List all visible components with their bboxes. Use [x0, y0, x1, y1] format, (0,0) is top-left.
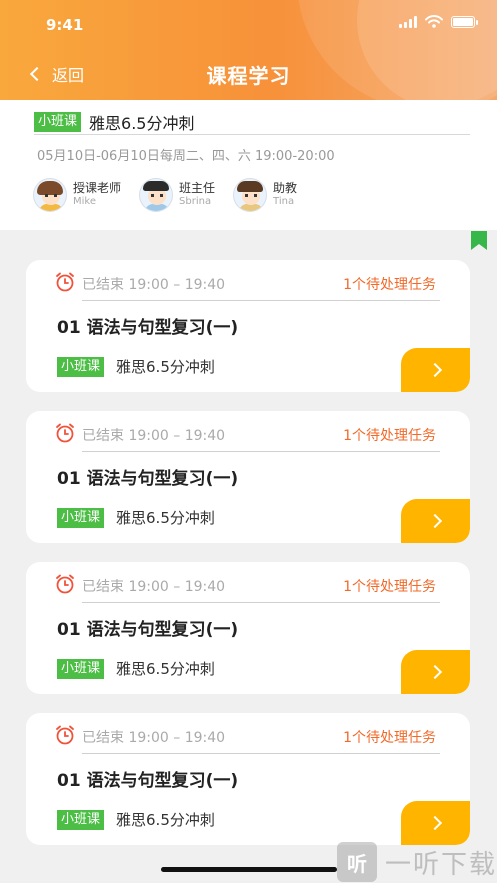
chevron-right-icon [427, 815, 443, 831]
alarm-clock-icon [56, 725, 74, 745]
course-title-row: 小班课 雅思6.5分冲刺 [34, 110, 194, 134]
staff-name: Mike [73, 196, 96, 207]
watermark: 听 一听下载 [337, 842, 497, 882]
signal-icon [399, 15, 417, 28]
lesson-title: 01 语法与句型复习(一) [57, 469, 239, 489]
lesson-card[interactable]: 已结束 19:00 – 19:40 1个待处理任务 01 语法与句型复习(一) … [26, 411, 470, 543]
bookmark-icon[interactable] [471, 231, 487, 250]
staff-name: Sbrina [179, 196, 212, 207]
enter-lesson-button[interactable] [401, 348, 470, 392]
pending-task-link[interactable]: 1个待处理任务 [343, 727, 436, 747]
status-icons [399, 15, 478, 28]
staff-item-teacher: 授课老师 Mike [33, 178, 121, 212]
chevron-right-icon [427, 513, 443, 529]
staff-role: 助教 [273, 181, 298, 195]
course-schedule: 05月10日-06月10日每周二、四、六 19:00-20:00 [37, 149, 335, 164]
lesson-course-row: 小班课 雅思6.5分冲刺 [57, 356, 215, 377]
course-info-panel: 小班课 雅思6.5分冲刺 05月10日-06月10日每周二、四、六 19:00-… [0, 100, 497, 230]
staff-role: 授课老师 [73, 181, 122, 195]
enter-lesson-button[interactable] [401, 499, 470, 543]
watermark-logo: 听 [337, 842, 377, 882]
lesson-course-row: 小班课 雅思6.5分冲刺 [57, 809, 215, 830]
lesson-title: 01 语法与句型复习(一) [57, 318, 239, 338]
lesson-status: 已结束 19:00 – 19:40 [82, 428, 226, 444]
lesson-course-name: 雅思6.5分冲刺 [116, 358, 215, 376]
wifi-icon [425, 15, 443, 28]
avatar [33, 178, 67, 212]
lesson-status: 已结束 19:00 – 19:40 [82, 579, 226, 595]
lesson-course-name: 雅思6.5分冲刺 [116, 509, 215, 527]
course-title: 雅思6.5分冲刺 [89, 114, 195, 133]
chevron-right-icon [427, 664, 443, 680]
lesson-course-row: 小班课 雅思6.5分冲刺 [57, 507, 215, 528]
staff-item-head-teacher: 班主任 Sbrina [139, 178, 215, 212]
lesson-status: 已结束 19:00 – 19:40 [82, 730, 226, 746]
enter-lesson-button[interactable] [401, 650, 470, 694]
lesson-title: 01 语法与句型复习(一) [57, 620, 239, 640]
lesson-card[interactable]: 已结束 19:00 – 19:40 1个待处理任务 01 语法与句型复习(一) … [26, 713, 470, 845]
lesson-course-name: 雅思6.5分冲刺 [116, 660, 215, 678]
staff-list: 授课老师 Mike 班主任 Sbrina 助教 Tina [33, 178, 315, 212]
divider [82, 451, 440, 452]
staff-role: 班主任 [179, 181, 216, 195]
pending-task-link[interactable]: 1个待处理任务 [343, 425, 436, 445]
course-type-badge: 小班课 [57, 809, 105, 830]
watermark-text: 一听下载 [385, 849, 497, 880]
pending-task-link[interactable]: 1个待处理任务 [343, 576, 436, 596]
lesson-course-name: 雅思6.5分冲刺 [116, 811, 215, 829]
alarm-clock-icon [56, 423, 74, 443]
lesson-course-row: 小班课 雅思6.5分冲刺 [57, 658, 215, 679]
lesson-title: 01 语法与句型复习(一) [57, 771, 239, 791]
page-title: 课程学习 [206, 64, 291, 88]
home-indicator[interactable] [161, 867, 337, 872]
status-time: 9:41 [46, 16, 84, 34]
avatar [233, 178, 268, 212]
divider [34, 134, 470, 135]
divider [82, 300, 440, 301]
chevron-right-icon [427, 362, 443, 378]
staff-name: Tina [273, 196, 295, 207]
alarm-clock-icon [56, 272, 74, 292]
course-type-badge: 小班课 [57, 356, 105, 377]
divider [82, 753, 440, 754]
pending-task-link[interactable]: 1个待处理任务 [343, 274, 436, 294]
divider [82, 602, 440, 603]
avatar [139, 178, 174, 212]
staff-item-assistant: 助教 Tina [233, 178, 297, 212]
course-type-badge: 小班课 [34, 112, 82, 132]
lesson-card[interactable]: 已结束 19:00 – 19:40 1个待处理任务 01 语法与句型复习(一) … [26, 562, 470, 694]
app-header: 9:41 返回 课程学习 [0, 0, 497, 100]
course-type-badge: 小班课 [57, 507, 105, 528]
alarm-clock-icon [56, 574, 74, 594]
lesson-card[interactable]: 已结束 19:00 – 19:40 1个待处理任务 01 语法与句型复习(一) … [26, 260, 470, 392]
battery-icon [451, 15, 478, 28]
course-type-badge: 小班课 [57, 658, 105, 679]
enter-lesson-button[interactable] [401, 801, 470, 845]
lesson-status: 已结束 19:00 – 19:40 [82, 277, 226, 293]
